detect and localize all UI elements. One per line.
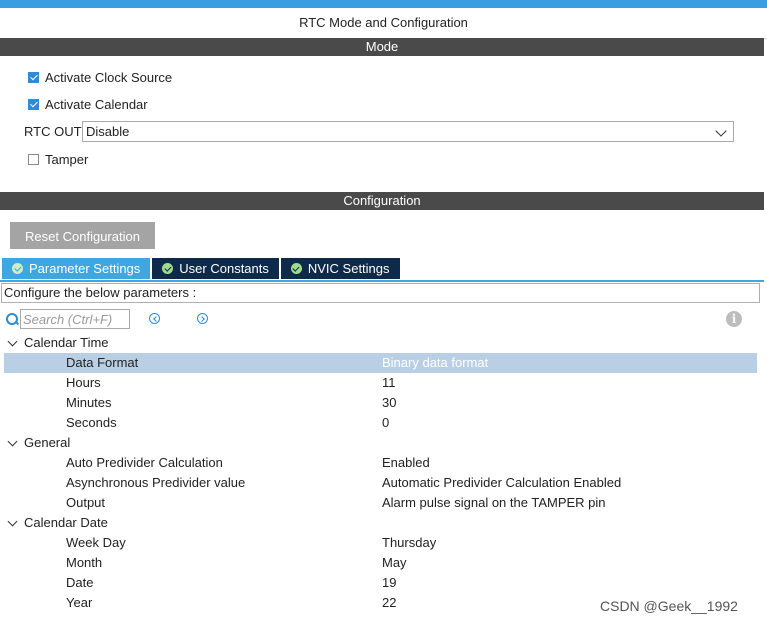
search-icon (6, 313, 18, 325)
param-name: Hours (66, 375, 101, 390)
param-name: Year (66, 595, 93, 610)
tree-row[interactable]: Week Day Thursday (0, 533, 760, 553)
tree-row[interactable]: Month May (0, 553, 760, 573)
tree-row[interactable]: Output Alarm pulse signal on the TAMPER … (0, 493, 760, 513)
activate-clock-source-label: Activate Clock Source (45, 69, 173, 85)
param-name: Date (66, 575, 94, 590)
info-icon[interactable]: i (726, 311, 742, 327)
tree-row[interactable]: Seconds 0 (0, 413, 760, 433)
next-result-icon[interactable] (197, 313, 208, 324)
param-value[interactable]: Binary data format (382, 353, 488, 373)
chevron-down-icon[interactable] (7, 436, 18, 447)
activate-calendar-label: Activate Calendar (45, 96, 148, 112)
chevron-down-icon[interactable] (7, 336, 18, 347)
param-value[interactable]: Enabled (382, 453, 430, 473)
param-value[interactable]: 0 (382, 413, 389, 433)
tamper-checkbox[interactable]: Tamper (28, 150, 88, 168)
tree-row[interactable]: Auto Predivider Calculation Enabled (0, 453, 760, 473)
param-name: Output (66, 495, 106, 510)
check-circle-icon (12, 263, 23, 274)
param-value[interactable]: May (382, 553, 407, 573)
param-name: Week Day (66, 535, 126, 550)
tab-underline (0, 280, 764, 282)
chevron-down-icon[interactable] (715, 125, 727, 137)
tamper-label: Tamper (45, 151, 89, 167)
checkbox-checked-icon[interactable] (28, 98, 39, 110)
param-value[interactable]: Thursday (382, 533, 436, 553)
param-value[interactable]: 19 (382, 573, 396, 593)
param-name: Seconds (66, 415, 117, 430)
config-tabs: Parameter Settings User Constants NVIC S… (2, 258, 402, 280)
panel-title: RTC Mode and Configuration (0, 8, 767, 39)
param-name: Month (66, 555, 103, 570)
param-name: Data Format (66, 355, 139, 370)
tab-parameter-settings[interactable]: Parameter Settings (2, 258, 151, 279)
watermark: CSDN @Geek__1992 (600, 598, 738, 614)
search-input[interactable] (20, 309, 130, 329)
checkbox-checked-icon[interactable] (28, 71, 39, 83)
rtc-out-value: Disable (86, 124, 130, 139)
tree-row[interactable]: Data Format Binary data format (4, 353, 757, 373)
tab-user-constants[interactable]: User Constants (152, 258, 279, 279)
tab-label: NVIC Settings (307, 261, 390, 276)
checkbox-unchecked-icon[interactable] (28, 153, 39, 165)
tree-row[interactable]: Hours 11 (0, 373, 760, 393)
tree-row[interactable]: Minutes 30 (0, 393, 760, 413)
param-name: Asynchronous Predivider value (66, 475, 246, 490)
param-value[interactable]: Automatic Predivider Calculation Enabled (382, 473, 621, 493)
rtc-out-label: RTC OUT (24, 124, 82, 139)
check-circle-icon (290, 263, 302, 274)
tree-group-calendar-time[interactable]: Calendar Time (0, 333, 760, 353)
activate-calendar-checkbox[interactable]: Activate Calendar (28, 95, 148, 113)
tree-row[interactable]: Asynchronous Predivider value Automatic … (0, 473, 760, 493)
group-label: General (24, 435, 71, 450)
mode-section-header: Mode (0, 38, 764, 56)
configure-instructions: Configure the below parameters : (1, 283, 760, 303)
param-value[interactable]: 30 (382, 393, 396, 413)
group-label: Calendar Time (24, 335, 109, 350)
param-name: Auto Predivider Calculation (66, 455, 223, 470)
activate-clock-source-checkbox[interactable]: Activate Clock Source (28, 68, 172, 86)
configuration-section-header: Configuration (0, 192, 764, 210)
check-circle-icon (162, 263, 174, 274)
rtc-out-select[interactable]: Disable (82, 121, 734, 142)
group-label: Calendar Date (24, 515, 108, 530)
tree-group-general[interactable]: General (0, 433, 760, 453)
window-top-bar (0, 0, 767, 8)
param-value[interactable]: 11 (382, 373, 396, 393)
param-value[interactable]: Alarm pulse signal on the TAMPER pin (382, 493, 606, 513)
tab-label: User Constants (179, 261, 269, 276)
param-value[interactable]: 22 (382, 593, 396, 613)
tree-row[interactable]: Date 19 (0, 573, 760, 593)
reset-configuration-button[interactable]: Reset Configuration (10, 222, 155, 249)
tree-group-calendar-date[interactable]: Calendar Date (0, 513, 760, 533)
tab-nvic-settings[interactable]: NVIC Settings (280, 258, 400, 279)
param-name: Minutes (66, 395, 112, 410)
tab-label: Parameter Settings (29, 261, 141, 276)
chevron-down-icon[interactable] (7, 516, 18, 527)
previous-result-icon[interactable] (149, 313, 160, 324)
